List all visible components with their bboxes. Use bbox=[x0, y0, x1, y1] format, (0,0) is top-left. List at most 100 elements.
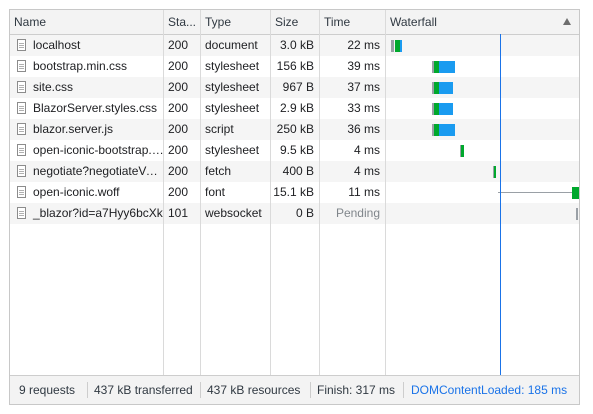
waterfall-download-bar bbox=[439, 61, 455, 73]
request-time: 4 ms bbox=[353, 143, 380, 157]
waterfall-row[interactable] bbox=[386, 119, 579, 140]
table-header: Name Sta... Type Size Time Waterfall bbox=[10, 10, 579, 35]
request-time: Pending bbox=[335, 206, 380, 220]
waterfall-row[interactable] bbox=[386, 77, 579, 98]
request-time: 4 ms bbox=[353, 164, 380, 178]
request-status: 101 bbox=[168, 206, 189, 220]
request-status: 200 bbox=[168, 80, 189, 94]
table-row[interactable]: open-iconic-bootstrap.min.css 200 styleshe… bbox=[10, 140, 385, 161]
dom-content-loaded-line bbox=[500, 34, 501, 376]
column-header-size[interactable]: Size bbox=[271, 10, 320, 34]
table-row[interactable]: negotiate?negotiateVersion=1 200 fetch 400 … bbox=[10, 161, 385, 182]
column-divider bbox=[270, 10, 271, 376]
request-type: fetch bbox=[205, 164, 232, 178]
column-header-time[interactable]: Time bbox=[320, 10, 386, 34]
request-name[interactable]: negotiate?negotiateVersion=1 bbox=[10, 161, 164, 182]
status-divider bbox=[200, 382, 201, 398]
waterfall-queue-bar bbox=[391, 40, 394, 52]
request-name[interactable]: open-iconic.woff bbox=[10, 182, 164, 203]
waterfall-row[interactable] bbox=[386, 98, 579, 119]
request-name[interactable]: _blazor?id=a7Hyy6bcXk bbox=[10, 203, 164, 224]
table-row[interactable]: site.css 200 stylesheet 967 B 37 ms bbox=[10, 77, 385, 98]
column-header-status[interactable]: Sta... bbox=[164, 10, 201, 34]
request-type: stylesheet bbox=[205, 80, 260, 94]
waterfall-row[interactable] bbox=[386, 203, 579, 224]
table-row[interactable]: bootstrap.min.css 200 stylesheet 156 kB 39 m… bbox=[10, 56, 385, 77]
request-type: document bbox=[205, 38, 258, 52]
waterfall-queue-bar bbox=[576, 208, 578, 220]
request-name[interactable]: BlazorServer.styles.css bbox=[10, 98, 164, 119]
finish-time: Finish: 317 ms bbox=[317, 383, 396, 397]
network-panel: Name Sta... Type Size Time Waterfall loc… bbox=[9, 9, 580, 405]
waterfall-row[interactable] bbox=[386, 140, 579, 161]
waterfall-row[interactable] bbox=[386, 161, 579, 182]
transferred-size: 437 kB transferred bbox=[94, 383, 193, 397]
request-time: 39 ms bbox=[347, 59, 380, 73]
column-divider bbox=[163, 10, 164, 376]
request-time: 37 ms bbox=[347, 80, 380, 94]
request-name[interactable]: open-iconic-bootstrap.min.css bbox=[10, 140, 164, 161]
request-time: 36 ms bbox=[347, 122, 380, 136]
request-size: 400 B bbox=[282, 164, 314, 178]
request-size: 9.5 kB bbox=[279, 143, 314, 157]
column-divider bbox=[385, 10, 386, 376]
column-divider bbox=[200, 10, 201, 376]
request-name[interactable]: bootstrap.min.css bbox=[10, 56, 164, 77]
request-size: 156 kB bbox=[276, 59, 314, 73]
waterfall-queue-bar bbox=[498, 192, 572, 193]
request-type: stylesheet bbox=[205, 143, 260, 157]
requests-count: 9 requests bbox=[19, 383, 76, 397]
column-header-type[interactable]: Type bbox=[201, 10, 271, 34]
request-type: script bbox=[205, 122, 234, 136]
waterfall-download-bar bbox=[400, 40, 402, 52]
request-status: 200 bbox=[168, 122, 189, 136]
request-name[interactable]: localhost bbox=[10, 35, 164, 56]
request-status: 200 bbox=[168, 143, 189, 157]
request-time: 22 ms bbox=[347, 38, 380, 52]
request-size: 967 B bbox=[282, 80, 314, 94]
column-header-waterfall[interactable]: Waterfall bbox=[386, 10, 579, 34]
resources-size: 437 kB resources bbox=[207, 383, 301, 397]
status-divider bbox=[310, 382, 311, 398]
sort-ascending-icon[interactable] bbox=[563, 18, 571, 25]
request-status: 200 bbox=[168, 164, 189, 178]
waterfall-download-bar bbox=[439, 124, 455, 136]
table-row[interactable]: _blazor?id=a7Hyy6bcXk 101 websocket 0 B Pend… bbox=[10, 203, 385, 224]
request-type: websocket bbox=[205, 206, 262, 220]
table-row[interactable]: BlazorServer.styles.css 200 stylesheet 2.9 … bbox=[10, 98, 385, 119]
request-size: 2.9 kB bbox=[279, 101, 314, 115]
waterfall-waiting-bar bbox=[494, 166, 496, 178]
request-name[interactable]: site.css bbox=[10, 77, 164, 98]
request-size: 3.0 kB bbox=[279, 38, 314, 52]
request-status: 200 bbox=[168, 185, 189, 199]
waterfall-download-bar bbox=[439, 103, 453, 115]
waterfall-waiting-bar bbox=[461, 145, 464, 157]
status-divider bbox=[403, 382, 404, 398]
waterfall-download-bar bbox=[439, 82, 453, 94]
status-divider bbox=[87, 382, 88, 398]
request-type: font bbox=[205, 185, 226, 199]
waterfall-row[interactable] bbox=[386, 35, 579, 56]
request-type: stylesheet bbox=[205, 101, 260, 115]
table-row[interactable]: blazor.server.js 200 script 250 kB 36 ms bbox=[10, 119, 385, 140]
waterfall-waiting-bar bbox=[572, 187, 579, 199]
waterfall-row[interactable] bbox=[386, 56, 579, 77]
request-name[interactable]: blazor.server.js bbox=[10, 119, 164, 140]
request-table: Name Sta... Type Size Time Waterfall loc… bbox=[10, 10, 579, 404]
dom-content-loaded-time: DOMContentLoaded: 185 ms bbox=[411, 383, 568, 397]
column-header-name[interactable]: Name bbox=[10, 10, 164, 34]
waterfall-row[interactable] bbox=[386, 182, 579, 203]
request-status: 200 bbox=[168, 101, 189, 115]
request-status: 200 bbox=[168, 59, 189, 73]
request-size: 15.1 kB bbox=[273, 185, 314, 199]
status-bar: 9 requests 437 kB transferred 437 kB res… bbox=[10, 375, 579, 404]
request-time: 33 ms bbox=[347, 101, 380, 115]
request-time: 11 ms bbox=[348, 185, 380, 199]
table-row[interactable]: open-iconic.woff 200 font 15.1 kB 11 ms bbox=[10, 182, 385, 203]
request-size: 0 B bbox=[295, 206, 314, 220]
request-size: 250 kB bbox=[276, 122, 314, 136]
table-row[interactable]: localhost 200 document 3.0 kB 22 ms bbox=[10, 35, 385, 56]
request-type: stylesheet bbox=[205, 59, 260, 73]
column-divider bbox=[319, 10, 320, 376]
request-status: 200 bbox=[168, 38, 189, 52]
